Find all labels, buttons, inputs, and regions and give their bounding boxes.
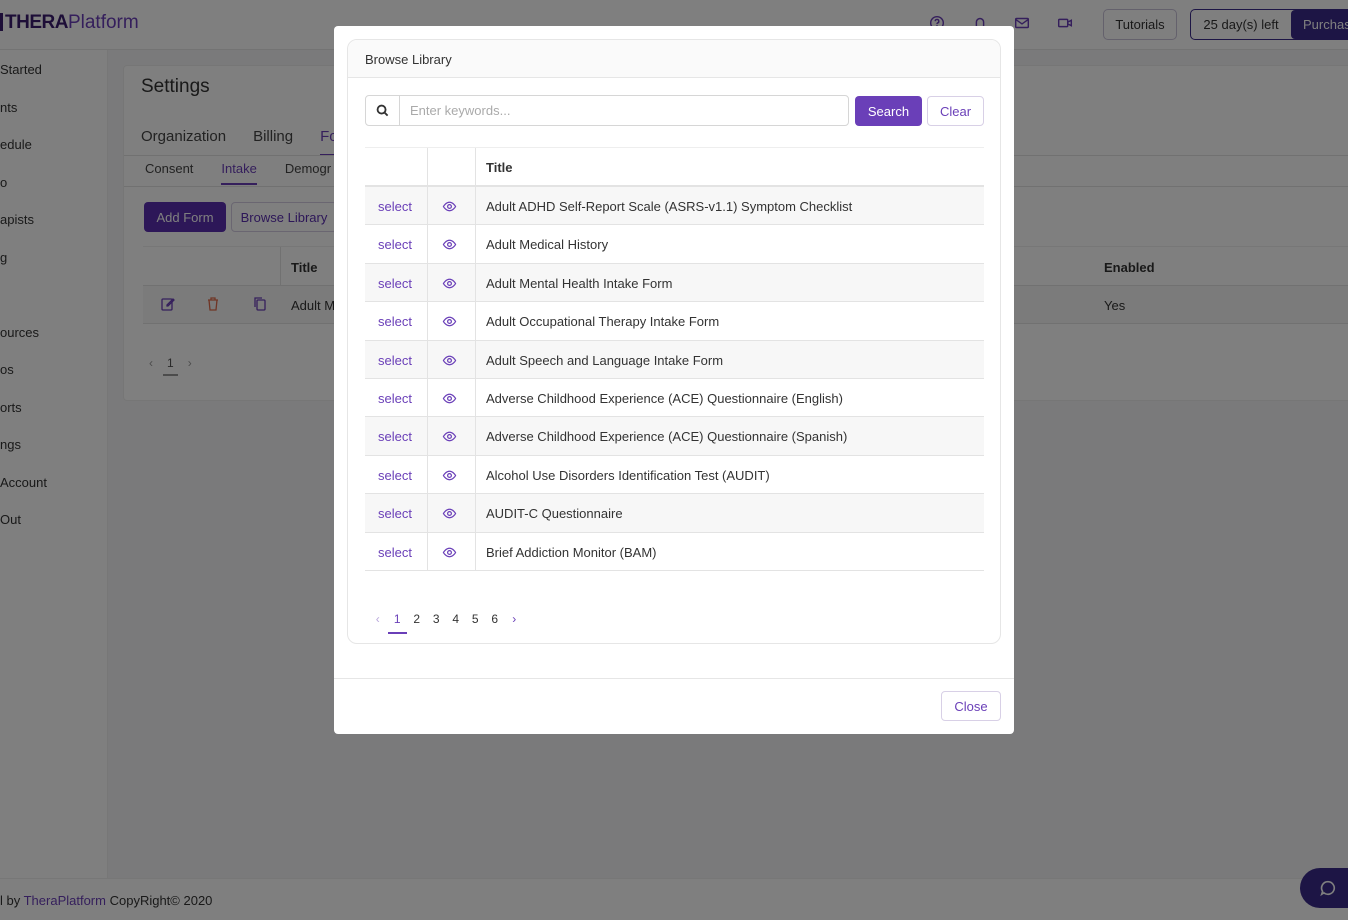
form-title: Adverse Childhood Experience (ACE) Quest…	[486, 429, 848, 445]
form-title: Brief Addiction Monitor (BAM)	[486, 544, 657, 560]
form-title: Adverse Childhood Experience (ACE) Quest…	[486, 390, 843, 406]
table-row: select Adverse Childhood Experience (ACE)…	[365, 417, 984, 456]
select-link[interactable]: select	[378, 468, 412, 483]
select-link[interactable]: select	[378, 391, 412, 406]
form-title: Adult Mental Health Intake Form	[486, 275, 673, 291]
select-link[interactable]: select	[378, 199, 412, 214]
table-row: select Adult Medical History	[365, 225, 984, 264]
table-row: select Adult ADHD Self-Report Scale (ASRS…	[365, 187, 984, 226]
form-title: Alcohol Use Disorders Identification Tes…	[486, 467, 770, 483]
library-pagination: ‹ 1 2 3 4 5 6 ›	[368, 604, 524, 634]
form-title: Adult Speech and Language Intake Form	[486, 352, 724, 368]
close-button[interactable]: Close	[941, 691, 1001, 721]
library-card: Browse Library Search Clear Title select…	[347, 39, 1001, 644]
select-link[interactable]: select	[378, 276, 412, 291]
select-link[interactable]: select	[378, 353, 412, 368]
search-button[interactable]: Search	[855, 96, 922, 126]
form-title: AUDIT-C Questionnaire	[486, 506, 623, 522]
select-link[interactable]: select	[378, 237, 412, 252]
preview-eye-icon[interactable]	[442, 429, 457, 444]
page-1[interactable]: 1	[387, 612, 407, 634]
table-row: select AUDIT-C Questionnaire	[365, 494, 984, 533]
preview-eye-icon[interactable]	[442, 237, 457, 252]
next-page-icon[interactable]: ›	[505, 612, 525, 626]
page-6[interactable]: 6	[485, 612, 505, 626]
preview-eye-icon[interactable]	[442, 506, 457, 521]
table-row: select Adult Mental Health Intake Form	[365, 263, 984, 303]
page-2[interactable]: 2	[407, 612, 427, 626]
browse-library-modal: Browse Library Search Clear Title select…	[334, 26, 1014, 734]
library-table: Title select Adult ADHD Self-Report Scale…	[365, 147, 984, 571]
preview-eye-icon[interactable]	[442, 314, 457, 329]
select-link[interactable]: select	[378, 545, 412, 560]
select-link[interactable]: select	[378, 429, 412, 444]
table-row: select Alcohol Use Disorders Identificati…	[365, 455, 984, 495]
form-title: Adult Medical History	[486, 237, 609, 253]
form-title: Adult Occupational Therapy Intake Form	[486, 314, 720, 330]
select-link[interactable]: select	[378, 506, 412, 521]
page-4[interactable]: 4	[446, 612, 466, 626]
modal-title: Browse Library	[365, 52, 452, 67]
select-link[interactable]: select	[378, 314, 412, 329]
page-3[interactable]: 3	[427, 612, 447, 626]
table-row: select Adult Speech and Language Intake F…	[365, 340, 984, 379]
table-row: select Adult Occupational Therapy Intake …	[365, 302, 984, 341]
clear-button[interactable]: Clear	[927, 96, 984, 126]
preview-eye-icon[interactable]	[442, 199, 457, 214]
search-box	[365, 95, 849, 126]
library-header: Browse Library	[348, 40, 1000, 78]
library-table-header: Title	[365, 147, 984, 187]
preview-eye-icon[interactable]	[442, 545, 457, 560]
search-input[interactable]	[400, 96, 848, 125]
preview-eye-icon[interactable]	[442, 276, 457, 291]
preview-eye-icon[interactable]	[442, 353, 457, 368]
preview-eye-icon[interactable]	[442, 468, 457, 483]
table-row: select Brief Addiction Monitor (BAM)	[365, 532, 984, 571]
form-title: Adult ADHD Self-Report Scale (ASRS-v1.1)…	[486, 199, 853, 214]
column-title: Title	[486, 160, 513, 175]
preview-eye-icon[interactable]	[442, 391, 457, 406]
table-row: select Adverse Childhood Experience (ACE)…	[365, 378, 984, 418]
page-5[interactable]: 5	[466, 612, 486, 626]
prev-page-icon[interactable]: ‹	[368, 612, 388, 626]
search-icon	[366, 96, 400, 125]
